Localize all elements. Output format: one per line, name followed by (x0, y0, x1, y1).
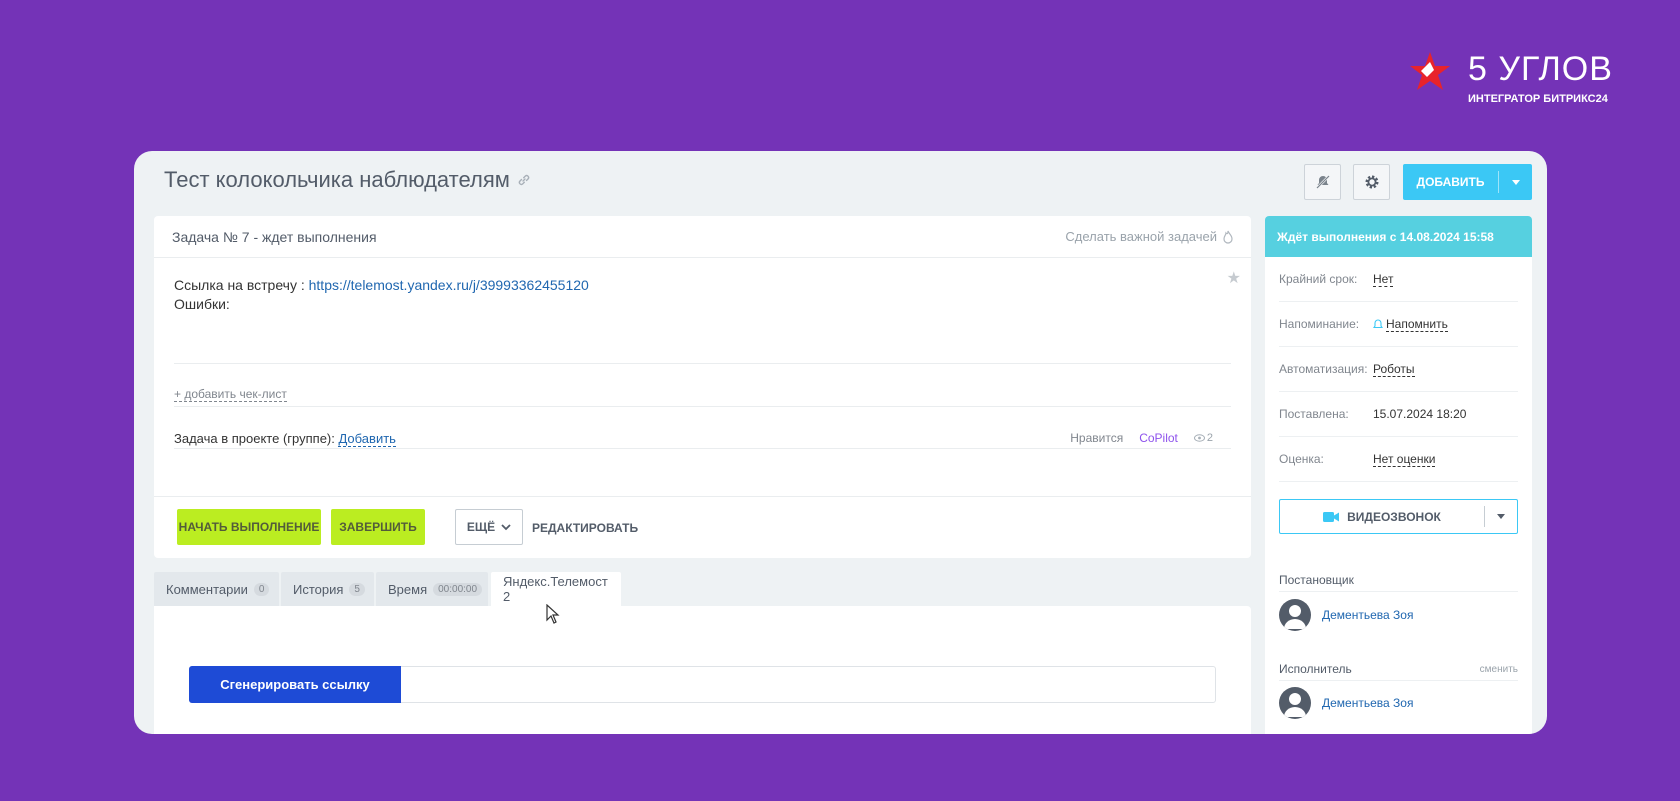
field-label: Поставлена: (1279, 407, 1349, 421)
divider (1279, 591, 1518, 592)
field-label: Напоминание: (1279, 317, 1360, 331)
mouse-cursor-icon (546, 604, 560, 624)
tab-count: 00:00:00 (433, 582, 483, 596)
assignee-label: Исполнитель (1279, 662, 1352, 676)
task-sidebar: Ждёт выполнения с 14.08.2024 15:58 Крайн… (1265, 216, 1532, 734)
task-description: Ссылка на встречу : https://telemost.yan… (174, 276, 589, 314)
errors-label: Ошибки: (174, 296, 230, 312)
generate-link-button[interactable]: Сгенерировать ссылку (189, 666, 401, 703)
deadline-value[interactable]: Нет (1373, 272, 1394, 287)
tab-count: 5 (349, 582, 365, 596)
settings-button[interactable] (1353, 164, 1390, 200)
edit-button[interactable]: РЕДАКТИРОВАТЬ (532, 521, 638, 535)
field-label: Крайний срок: (1279, 272, 1358, 286)
add-button[interactable]: ДОБАВИТЬ (1403, 164, 1532, 200)
rating-value[interactable]: Нет оценки (1373, 452, 1436, 467)
task-header: Задача № 7 - ждет выполнения Сделать важ… (154, 216, 1251, 258)
task-card: Задача № 7 - ждет выполнения Сделать важ… (154, 216, 1251, 558)
video-call-main[interactable]: ВИДЕОЗВОНОК (1280, 510, 1484, 524)
copilot-link[interactable]: CoPilot (1139, 431, 1178, 445)
tab-history[interactable]: История 5 (281, 572, 374, 606)
creator-name[interactable]: Дементьева Зоя (1322, 608, 1413, 622)
automation-row: Автоматизация: Роботы (1279, 347, 1518, 392)
change-assignee-link[interactable]: сменить (1480, 664, 1518, 675)
footer-divider (154, 496, 1251, 497)
link-icon[interactable] (517, 173, 531, 192)
add-button-label: ДОБАВИТЬ (1416, 175, 1485, 189)
camera-icon (1323, 511, 1340, 522)
divider (174, 406, 1231, 407)
eye-icon (1193, 434, 1205, 442)
chevron-down-icon[interactable] (1499, 179, 1532, 185)
tab-telemost[interactable]: Яндекс.Телемост 2 (491, 572, 621, 606)
brand-name: 5 УГЛОВ (1468, 50, 1613, 88)
flame-icon (1223, 230, 1233, 244)
more-button[interactable]: ЕЩЁ (455, 509, 523, 545)
created-row: Поставлена: 15.07.2024 18:20 (1279, 392, 1518, 437)
more-button-label: ЕЩЁ (466, 520, 496, 534)
star-logo-icon (1410, 52, 1450, 90)
tab-count: 0 (253, 582, 270, 596)
project-row: Задача в проекте (группе): Добавить (174, 431, 396, 447)
add-checklist-link[interactable]: + добавить чек-лист (174, 387, 287, 402)
reminder-row: Напоминание: Напомнить (1279, 302, 1518, 347)
tab-label: Комментарии (166, 581, 248, 597)
assignee-person[interactable]: Дементьева Зоя (1279, 687, 1413, 719)
reminder-value[interactable]: Напомнить (1373, 317, 1448, 332)
status-banner: Ждёт выполнения с 14.08.2024 15:58 (1265, 216, 1532, 257)
deadline-row: Крайний срок: Нет (1279, 257, 1518, 302)
video-call-label: ВИДЕОЗВОНОК (1347, 509, 1441, 524)
divider (174, 448, 1231, 449)
project-label: Задача в проекте (группе): (174, 431, 339, 446)
gear-icon (1365, 175, 1378, 189)
make-important-link[interactable]: Сделать важной задачей (1065, 229, 1233, 244)
user-avatar-icon (1279, 599, 1311, 631)
divider (174, 363, 1231, 364)
assignee-name[interactable]: Дементьева Зоя (1322, 696, 1413, 710)
telemost-panel: Сгенерировать ссылку (154, 606, 1251, 734)
divider (1279, 680, 1518, 681)
star-icon[interactable]: ★ (1227, 268, 1241, 288)
tab-comments[interactable]: Комментарии 0 (154, 572, 279, 606)
rating-row: Оценка: Нет оценки (1279, 437, 1518, 482)
tab-label: Время (388, 581, 428, 597)
creator-person[interactable]: Дементьева Зоя (1279, 599, 1413, 631)
generate-link-field[interactable]: Сгенерировать ссылку (189, 666, 1216, 703)
task-status-title: Задача № 7 - ждет выполнения (172, 228, 377, 245)
make-important-label: Сделать важной задачей (1065, 229, 1217, 244)
finish-button[interactable]: ЗАВЕРШИТЬ (331, 509, 425, 545)
page-title: Тест колокольчика наблюдателям (164, 167, 510, 192)
automation-value[interactable]: Роботы (1373, 362, 1415, 377)
user-avatar-icon (1279, 687, 1311, 719)
bell-icon (1373, 318, 1383, 328)
brand-logo: 5 УГЛОВ ИНТЕГРАТОР БИТРИКС24 (1408, 48, 1614, 108)
chevron-down-icon[interactable] (1485, 514, 1517, 519)
tab-label: Яндекс.Телемост 2 (503, 574, 608, 604)
created-value: 15.07.2024 18:20 (1373, 407, 1467, 421)
mute-button[interactable] (1304, 164, 1341, 200)
video-call-button[interactable]: ВИДЕОЗВОНОК (1279, 499, 1518, 534)
creator-label: Постановщик (1279, 573, 1354, 587)
views-count: 2 (1193, 432, 1213, 444)
like-link[interactable]: Нравится (1070, 431, 1123, 445)
tab-label: История (293, 581, 344, 597)
tab-time[interactable]: Время 00:00:00 (376, 572, 488, 606)
chevron-down-icon (501, 523, 511, 530)
bell-off-icon (1315, 175, 1330, 189)
meeting-link[interactable]: https://telemost.yandex.ru/j/39993362455… (309, 277, 589, 293)
brand-subtitle: ИНТЕГРАТОР БИТРИКС24 (1468, 93, 1608, 105)
field-label: Автоматизация: (1279, 362, 1368, 376)
task-window: Тест колокольчика наблюдателям ДОБАВИТЬ … (134, 151, 1547, 734)
field-label: Оценка: (1279, 452, 1324, 466)
project-add-link[interactable]: Добавить (338, 431, 396, 447)
start-button[interactable]: НАЧАТЬ ВЫПОЛНЕНИЕ (177, 509, 321, 545)
meeting-link-label: Ссылка на встречу : (174, 277, 309, 293)
reactions: Нравится CoPilot 2 (1070, 431, 1213, 445)
